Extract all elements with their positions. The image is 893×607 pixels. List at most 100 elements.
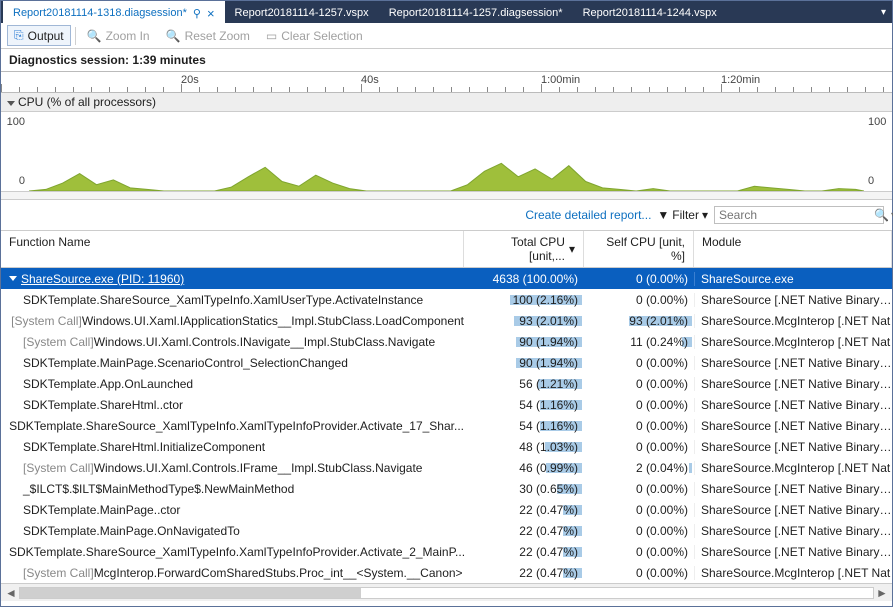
- session-value: 1:39 minutes: [132, 53, 205, 67]
- module-name: ShareSource.McgInterop [.NET Nat: [694, 566, 892, 580]
- yaxis-min-r: 0: [868, 175, 874, 187]
- filter-button[interactable]: ▼ Filter ▾: [657, 208, 708, 222]
- pin-icon[interactable]: ⚲: [193, 7, 201, 20]
- function-row[interactable]: SDKTemplate.ShareSource_XamlTypeInfo.Xam…: [1, 289, 892, 310]
- system-call-prefix: [System Call]: [23, 461, 94, 475]
- function-row[interactable]: SDKTemplate.ShareHtml.InitializeComponen…: [1, 436, 892, 457]
- output-label: Output: [28, 29, 64, 43]
- function-name: Windows.UI.Xaml.Controls.IFrame__Impl.St…: [94, 461, 423, 475]
- cpu-chart[interactable]: [29, 112, 864, 191]
- function-rows: ShareSource.exe (PID: 11960) 4638 (100.00…: [1, 268, 892, 583]
- module-name: ShareSource.McgInterop [.NET Nat: [694, 314, 892, 328]
- self-cpu-value: 0 (0.00%): [636, 524, 688, 538]
- col-total-cpu[interactable]: Total CPU [unit,...▾: [464, 231, 584, 267]
- function-name: SDKTemplate.ShareSource_XamlTypeInfo.Xam…: [23, 293, 423, 307]
- tab-overflow[interactable]: ▾: [881, 1, 892, 23]
- search-box[interactable]: 🔍 ▾: [714, 206, 884, 224]
- function-name: SDKTemplate.MainPage.ScenarioControl_Sel…: [23, 356, 348, 370]
- clear-selection-button[interactable]: ▭ Clear Selection: [259, 26, 370, 46]
- reset-zoom-label: Reset Zoom: [185, 29, 250, 43]
- module-name: ShareSource [.NET Native Binary: S: [694, 524, 892, 538]
- function-name: _$ILCT$.$ILT$MainMethodType$.NewMainMeth…: [23, 482, 294, 496]
- system-call-prefix: [System Call]: [23, 566, 94, 580]
- function-row[interactable]: [System Call] Windows.UI.Xaml.IApplicati…: [1, 310, 892, 331]
- expand-icon[interactable]: [9, 276, 17, 281]
- col-module[interactable]: Module: [694, 231, 892, 267]
- function-row[interactable]: SDKTemplate.MainPage.ScenarioControl_Sel…: [1, 352, 892, 373]
- col-self-cpu[interactable]: Self CPU [unit, %]: [584, 231, 694, 267]
- col-function-name[interactable]: Function Name: [1, 231, 464, 267]
- zoom-in-button[interactable]: 🔍 Zoom In: [80, 26, 157, 46]
- scroll-left-icon[interactable]: ◄: [3, 586, 19, 600]
- yaxis-right: 100 0: [864, 112, 892, 191]
- column-headers: Function Name Total CPU [unit,...▾ Self …: [1, 231, 892, 268]
- zoom-in-label: Zoom In: [106, 29, 150, 43]
- collapse-icon[interactable]: [7, 101, 15, 106]
- total-cpu-value: 4638 (100.00%): [493, 272, 578, 286]
- total-cpu-value: 54 (1.16%): [519, 398, 578, 412]
- ruler-label: 20s: [181, 74, 199, 86]
- function-row[interactable]: SDKTemplate.ShareSource_XamlTypeInfo.Xam…: [1, 541, 892, 562]
- module-name: ShareSource [.NET Native Binary: S: [694, 377, 892, 391]
- self-cpu-value: 0 (0.00%): [636, 545, 688, 559]
- module-name: ShareSource [.NET Native Binary: S: [694, 482, 892, 496]
- tab[interactable]: Report20181114-1257.diagsession*: [379, 1, 573, 23]
- self-cpu-value: 0 (0.00%): [636, 377, 688, 391]
- function-row[interactable]: [System Call] Windows.UI.Xaml.Controls.I…: [1, 331, 892, 352]
- ruler-label: 40s: [361, 74, 379, 86]
- function-row[interactable]: [System Call] McgInterop.ForwardComShare…: [1, 562, 892, 583]
- tab-label: Report20181114-1244.vspx: [583, 7, 717, 19]
- cpu-section-header: CPU (% of all processors): [1, 93, 892, 112]
- function-name: SDKTemplate.ShareHtml.InitializeComponen…: [23, 440, 265, 454]
- total-cpu-value: 90 (1.94%): [519, 335, 578, 349]
- output-button[interactable]: ⎘ Output: [7, 25, 71, 46]
- total-cpu-value: 22 (0.47%): [519, 566, 578, 580]
- process-link[interactable]: ShareSource.exe (PID: 11960): [21, 272, 184, 286]
- function-row[interactable]: SDKTemplate.ShareSource_XamlTypeInfo.Xam…: [1, 415, 892, 436]
- scroll-track[interactable]: [19, 587, 874, 599]
- module-name: ShareSource [.NET Native Binary: S: [694, 545, 892, 559]
- root-process-row[interactable]: ShareSource.exe (PID: 11960) 4638 (100.00…: [1, 268, 892, 289]
- function-name: SDKTemplate.ShareSource_XamlTypeInfo.Xam…: [9, 419, 464, 433]
- report-toolbar: Create detailed report... ▼ Filter ▾ 🔍 ▾: [1, 200, 892, 231]
- create-detailed-report-link[interactable]: Create detailed report...: [525, 208, 651, 222]
- dropdown-icon: ▾: [881, 7, 886, 18]
- search-icon[interactable]: 🔍: [874, 208, 889, 222]
- self-cpu-value: 0 (0.00%): [636, 503, 688, 517]
- horizontal-scrollbar[interactable]: ◄ ►: [1, 583, 892, 601]
- splitter[interactable]: [1, 192, 892, 200]
- module-name: ShareSource [.NET Native Binary: S: [694, 356, 892, 370]
- function-row[interactable]: [System Call] Windows.UI.Xaml.Controls.I…: [1, 457, 892, 478]
- scroll-right-icon[interactable]: ►: [874, 586, 890, 600]
- self-cpu-value: 0 (0.00%): [636, 293, 688, 307]
- reset-zoom-button[interactable]: 🔍 Reset Zoom: [159, 26, 257, 46]
- module-name: ShareSource.McgInterop [.NET Nat: [694, 335, 892, 349]
- function-row[interactable]: SDKTemplate.MainPage..ctor22 (0.47%)0 (0…: [1, 499, 892, 520]
- total-cpu-value: 30 (0.65%): [519, 482, 578, 496]
- total-cpu-value: 48 (1.03%): [519, 440, 578, 454]
- function-name: Windows.UI.Xaml.Controls.INavigate__Impl…: [94, 335, 435, 349]
- search-input[interactable]: [719, 208, 874, 222]
- tab[interactable]: Report20181114-1257.vspx: [225, 1, 379, 23]
- total-cpu-value: 93 (2.01%): [519, 314, 578, 328]
- reset-zoom-icon: 🔍: [166, 29, 181, 43]
- yaxis-left: 100 0: [1, 112, 29, 191]
- toolbar: ⎘ Output 🔍 Zoom In 🔍 Reset Zoom ▭ Clear …: [1, 23, 892, 49]
- function-row[interactable]: SDKTemplate.App.OnLaunched 56 (1.21%) 0 (0…: [1, 373, 892, 394]
- time-ruler[interactable]: 20s40s1:00min1:20min: [1, 71, 892, 93]
- filter-icon: ▼: [657, 208, 669, 222]
- total-cpu-value: 56 (1.21%): [519, 377, 578, 391]
- tab[interactable]: Report20181114-1244.vspx: [573, 1, 727, 23]
- tab-active[interactable]: Report20181114-1318.diagsession* ⚲ ×: [3, 1, 225, 23]
- close-icon[interactable]: ×: [207, 7, 215, 20]
- function-row[interactable]: _$ILCT$.$ILT$MainMethodType$.NewMainMeth…: [1, 478, 892, 499]
- function-row[interactable]: SDKTemplate.ShareHtml..ctor54 (1.16%)0 (…: [1, 394, 892, 415]
- total-cpu-value: 100 (2.16%): [513, 293, 578, 307]
- function-name: SDKTemplate.MainPage..ctor: [23, 503, 180, 517]
- tab-bar: Report20181114-1318.diagsession* ⚲ × Rep…: [1, 1, 892, 23]
- function-row[interactable]: SDKTemplate.MainPage.OnNavigatedTo22 (0.…: [1, 520, 892, 541]
- function-name: SDKTemplate.App.OnLaunched: [23, 377, 193, 391]
- total-cpu-value: 22 (0.47%): [519, 545, 578, 559]
- scroll-thumb[interactable]: [20, 588, 361, 598]
- module-name: ShareSource [.NET Native Binary: S: [694, 440, 892, 454]
